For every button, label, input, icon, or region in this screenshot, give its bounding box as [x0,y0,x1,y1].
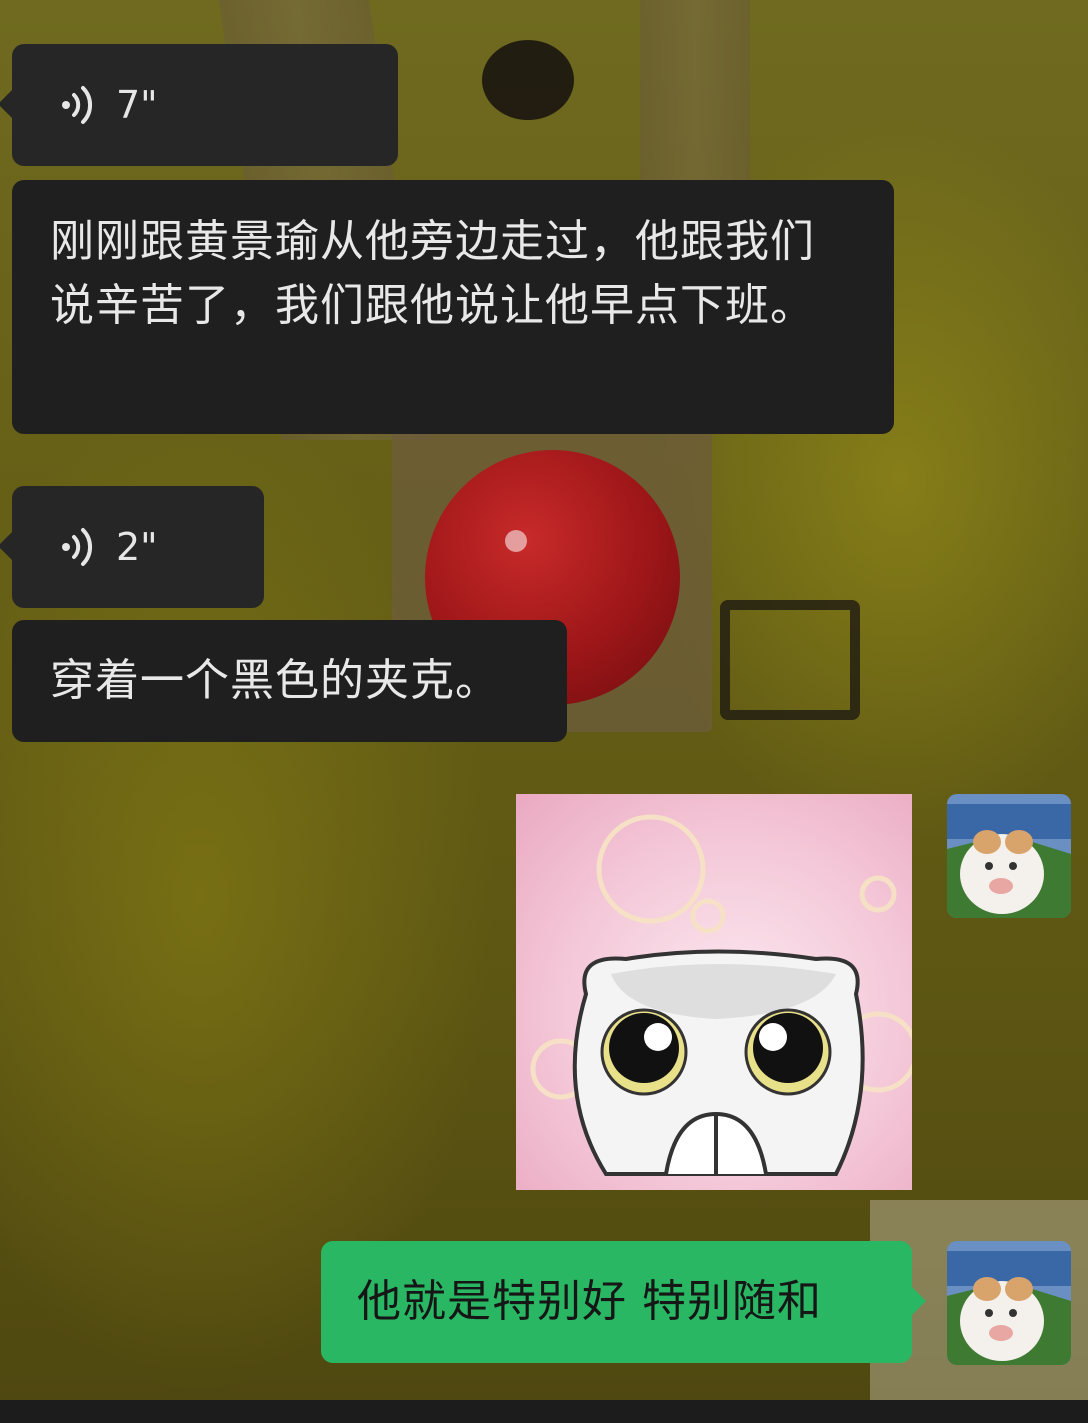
bottom-bar [0,1400,1088,1423]
voice-message[interactable]: 7" [0,44,398,166]
avatar-image [947,794,1071,918]
message-bubble[interactable]: 穿着一个黑色的夹克。 [12,620,567,742]
cute-cat-praying-sticker[interactable] [516,794,912,1190]
message-bubble[interactable]: 刚刚跟黄景瑜从他旁边走过，他跟我们说辛苦了，我们跟他说让他早点下班。 [12,180,894,434]
wallpaper-strap [640,0,750,200]
wallpaper-buckle [720,600,860,720]
voice-wave-icon [62,86,93,124]
sent-message-bubble[interactable]: 他就是特别好 特别随和 [321,1241,926,1363]
cat-avatar[interactable] [947,1241,1071,1365]
voice-duration: 7" [116,83,158,127]
cat-avatar[interactable] [947,794,1071,918]
voice-message[interactable]: 2" [0,486,264,608]
message-text: 他就是特别好 特别随和 [357,1276,822,1327]
avatar-image [947,1241,1071,1365]
sticker-image [530,814,912,1176]
voice-wave-icon [62,528,93,566]
message-text: 穿着一个黑色的夹克。 [50,655,500,706]
voice-duration: 2" [116,525,158,569]
message-text: 刚刚跟黄景瑜从他旁边走过，他跟我们说辛苦了，我们跟他说让他早点下班。 [50,216,815,331]
wallpaper-microphone [482,40,574,120]
